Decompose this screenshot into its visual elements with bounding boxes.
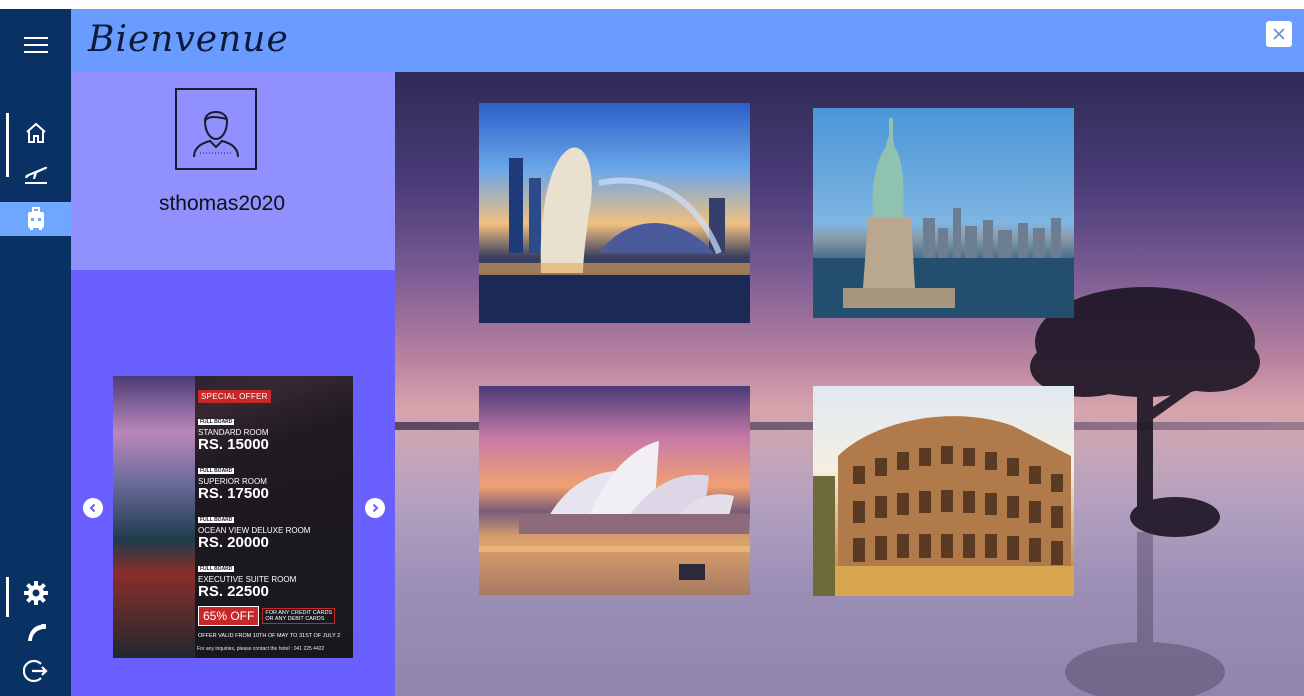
offer-next-button[interactable]: [365, 498, 385, 518]
offer-validity: OFFER VALID FROM 10TH OF MAY TO 31ST OF …: [198, 633, 341, 639]
side-nav: [0, 9, 71, 696]
user-avatar-icon: [193, 111, 239, 158]
destination-card-singapore[interactable]: [479, 103, 750, 323]
nav-hotel-button[interactable]: [0, 202, 71, 236]
destination-card-sydney-opera-house[interactable]: [479, 386, 750, 595]
avatar[interactable]: [175, 88, 257, 170]
offers-panel: SPECIAL OFFER FULL BOARD STANDARD ROOM R…: [71, 270, 395, 696]
offer-text-block: SPECIAL OFFER FULL BOARD STANDARD ROOM R…: [198, 386, 350, 639]
offer-prev-button[interactable]: [83, 498, 103, 518]
discount-note-line: OR ANY DEBIT CARDS: [265, 616, 325, 622]
luggage-icon: [27, 207, 44, 230]
close-button[interactable]: [1266, 21, 1292, 47]
statue-of-liberty-image: [813, 118, 1074, 318]
room-offer: FULL BOARD OCEAN VIEW DELUXE ROOM RS. 20…: [198, 508, 350, 551]
destination-card-statue-of-liberty[interactable]: [813, 108, 1074, 318]
hotel-pool-image: [113, 376, 195, 658]
special-offer-tag: SPECIAL OFFER: [198, 390, 271, 403]
room-price: RS. 20000: [198, 534, 269, 551]
discount-note: FOR ANY CREDIT CARDS OR ANY DEBIT CARDS: [262, 608, 336, 624]
room-offer: FULL BOARD STANDARD ROOM RS. 15000: [198, 410, 350, 453]
room-price: RS. 15000: [198, 436, 269, 453]
menu-button[interactable]: [0, 28, 71, 62]
hamburger-icon: [23, 37, 48, 53]
phone-icon: [27, 624, 46, 641]
room-offer: FULL BOARD EXECUTIVE SUITE ROOM RS. 2250…: [198, 557, 350, 600]
logout-icon: [22, 659, 48, 683]
room-offer: FULL BOARD SUPERIOR ROOM RS. 17500: [198, 459, 350, 502]
sydney-opera-house-image: [479, 441, 750, 595]
destination-card-colosseum[interactable]: [813, 386, 1074, 596]
offer-contact: For any inquiries, please contact the ho…: [197, 646, 325, 652]
room-price: RS. 22500: [198, 583, 269, 600]
nav-logout-button[interactable]: [0, 654, 71, 688]
room-badge: FULL BOARD: [198, 517, 235, 523]
chevron-right-icon: [372, 503, 379, 513]
airplane-departure-icon: [24, 166, 47, 184]
username: sthomas2020: [158, 192, 286, 215]
room-badge: FULL BOARD: [198, 468, 235, 474]
discount-badge: 65% OFF: [198, 606, 260, 626]
room-badge: FULL BOARD: [198, 419, 235, 425]
nav-home-button[interactable]: [0, 116, 71, 150]
nav-contact-button[interactable]: [0, 616, 71, 650]
gear-icon: [23, 581, 48, 605]
destinations-area: [395, 72, 1304, 696]
special-offer-banner[interactable]: SPECIAL OFFER FULL BOARD STANDARD ROOM R…: [113, 376, 353, 658]
singapore-image: [479, 147, 750, 323]
discount-row: 65% OFF FOR ANY CREDIT CARDS OR ANY DEBI…: [198, 606, 350, 626]
close-icon: [1273, 28, 1285, 40]
title-bar: Bienvenue: [71, 9, 1304, 72]
colosseum-image: [813, 416, 1074, 596]
home-icon: [25, 122, 46, 143]
chevron-left-icon: [89, 503, 96, 513]
profile-panel: sthomas2020: [71, 72, 395, 270]
room-price: RS. 17500: [198, 485, 269, 502]
room-badge: FULL BOARD: [198, 566, 235, 572]
nav-settings-button[interactable]: [0, 576, 71, 610]
window-title: Bienvenue: [88, 19, 289, 60]
nav-flights-button[interactable]: [0, 156, 71, 190]
